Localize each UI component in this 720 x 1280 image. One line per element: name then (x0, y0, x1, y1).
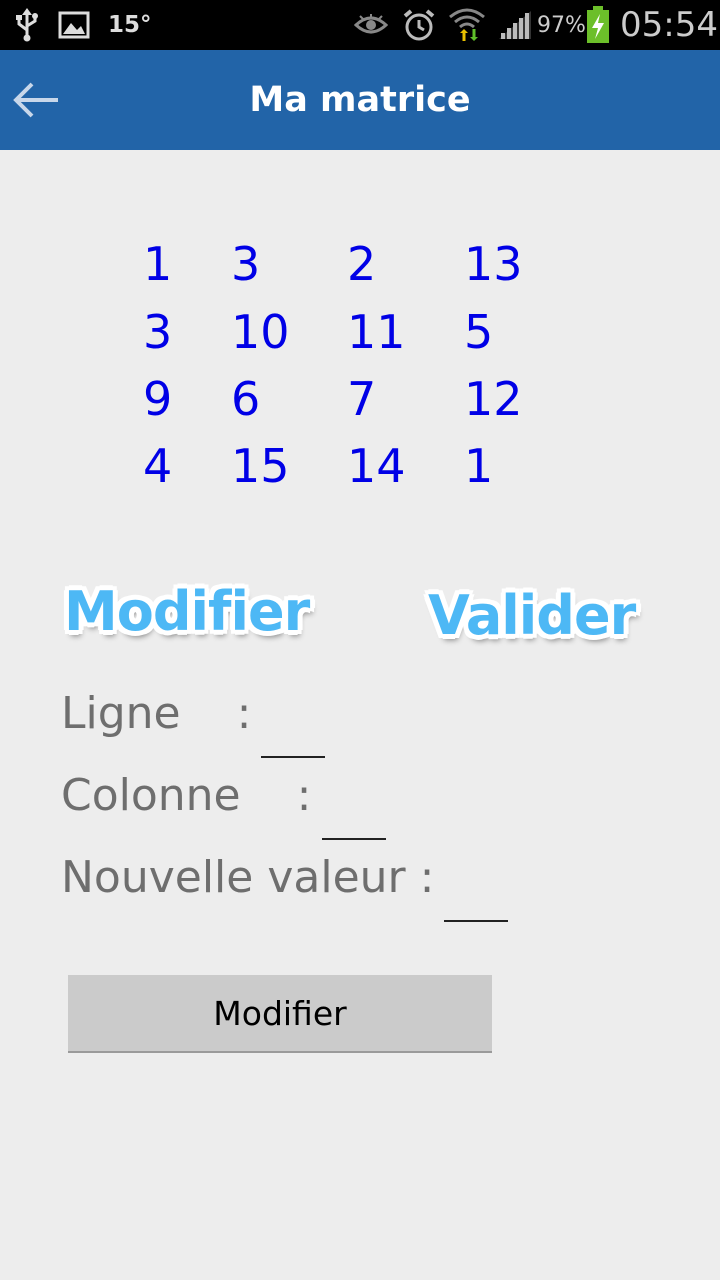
clock-time: 05:54 (620, 5, 718, 45)
valider-logo-button[interactable]: Valider (428, 584, 636, 647)
battery-percent: 97% (537, 12, 586, 38)
wifi-icon (448, 0, 486, 50)
matrix-row: 4 15 14 1 (0, 432, 720, 500)
colonne-label: Colonne : (61, 770, 312, 821)
colonne-input[interactable] (322, 800, 386, 840)
modifier-button[interactable]: Modifier (68, 975, 492, 1053)
usb-icon (14, 0, 40, 50)
matrix-cell: 1 (464, 439, 494, 493)
matrix-cell: 9 (143, 372, 173, 426)
nouvelle-valeur-input[interactable] (444, 882, 508, 922)
image-icon (58, 0, 90, 50)
modifier-logo-button[interactable]: Modifier (64, 580, 310, 643)
battery-charging-icon (586, 0, 610, 50)
status-bar: 15° 97% 05:54 (0, 0, 720, 50)
matrix-cell: 3 (231, 237, 261, 291)
temperature-text: 15° (108, 12, 152, 38)
matrix-cell: 10 (231, 305, 290, 359)
ligne-input[interactable] (261, 718, 325, 758)
action-bar: Ma matrice (0, 50, 720, 150)
matrix-row: 3 10 11 5 (0, 298, 720, 366)
valider-logo-label: Valider (428, 584, 636, 647)
matrix-cell: 1 (143, 237, 173, 291)
matrix-cell: 11 (347, 305, 406, 359)
matrix-cell: 12 (464, 372, 523, 426)
matrix-cell: 15 (231, 439, 290, 493)
matrix-cell: 2 (347, 237, 377, 291)
modifier-logo-label: Modifier (64, 580, 310, 643)
eye-icon (354, 0, 388, 50)
matrix-cell: 5 (464, 305, 494, 359)
matrix-cell: 13 (464, 237, 523, 291)
matrix-cell: 7 (347, 372, 377, 426)
matrix-cell: 3 (143, 305, 173, 359)
nouvelle-valeur-label: Nouvelle valeur : (61, 852, 435, 903)
matrix-cell: 14 (347, 439, 406, 493)
ligne-label: Ligne : (61, 688, 252, 739)
alarm-icon (402, 0, 436, 50)
matrix-row: 9 6 7 12 (0, 365, 720, 433)
matrix-row: 1 3 2 13 (0, 230, 720, 298)
page-title: Ma matrice (249, 80, 471, 120)
matrix-cell: 4 (143, 439, 173, 493)
signal-icon (497, 0, 533, 50)
matrix-cell: 6 (231, 372, 261, 426)
